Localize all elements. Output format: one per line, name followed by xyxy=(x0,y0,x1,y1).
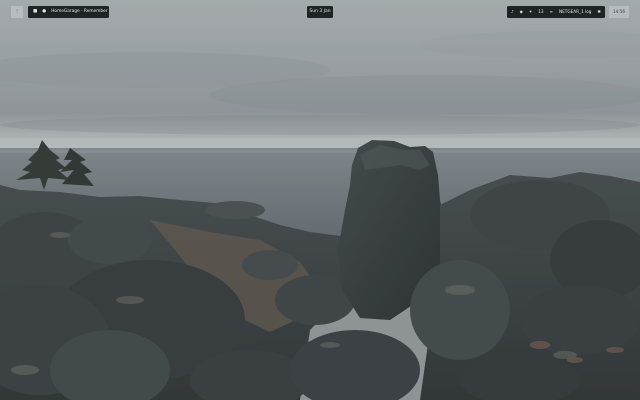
wallpaper-landscape xyxy=(0,0,640,400)
workspace-indicator[interactable]: ■ ● HomeGarage - Remember xyxy=(28,6,109,18)
lock-icon[interactable]: ◆ xyxy=(520,6,523,18)
date-label: Sun 3 Jan xyxy=(309,9,331,14)
time-label: 14:56 xyxy=(612,9,626,14)
terminal-icon[interactable]: ■ xyxy=(33,6,37,18)
sound-icon[interactable]: ♪ xyxy=(511,6,514,18)
active-window-title: HomeGarage - Remember xyxy=(51,9,108,14)
menu-icon: ⁝ xyxy=(16,9,18,15)
launcher-button[interactable]: ⁝ xyxy=(11,6,23,18)
globe-icon[interactable]: ● xyxy=(42,6,46,18)
time-badge[interactable]: 14:56 xyxy=(609,6,629,18)
date-clock[interactable]: Sun 3 Jan xyxy=(307,6,333,18)
settings-icon[interactable]: ✱ xyxy=(597,6,601,18)
network-name[interactable]: NETGEAR_1 log xyxy=(559,6,591,18)
system-tray: ♪ ◆ ✶ 13 ≈ NETGEAR_1 log ✱ xyxy=(507,6,605,18)
badge-count[interactable]: 13 xyxy=(538,6,543,18)
brightness-icon[interactable]: ✶ xyxy=(529,6,533,18)
wifi-icon[interactable]: ≈ xyxy=(550,6,554,18)
desktop: ⁝ ■ ● HomeGarage - Remember Sun 3 Jan ♪ … xyxy=(0,0,640,400)
